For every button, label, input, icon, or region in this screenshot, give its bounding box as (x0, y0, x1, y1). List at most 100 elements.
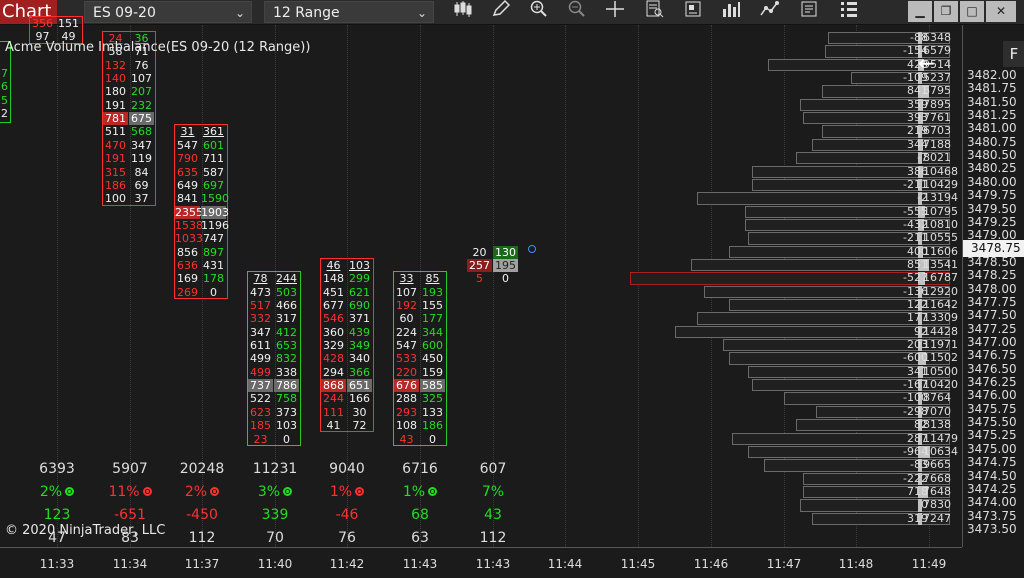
profile-volume: 10810 (923, 217, 958, 231)
ask-volume: 178 (203, 272, 224, 286)
ask-volume: 371 (349, 312, 370, 326)
ask-volume: 166 (349, 392, 370, 406)
templates-icon[interactable] (680, 0, 706, 24)
volume-total: 20248 (179, 461, 225, 477)
green-signal-icon (283, 487, 293, 496)
properties-icon[interactable] (796, 0, 822, 24)
bid-volume: 46 (326, 258, 341, 272)
copyright-text: © 2020 NinjaTrader, LLC (5, 523, 166, 538)
ask-volume: 786 (274, 379, 299, 393)
bid-volume: 533 (396, 352, 417, 366)
imbalance-percent: 1% (390, 484, 450, 500)
bid-volume: 132 (105, 58, 126, 72)
price-label: 3480.25 (967, 161, 1017, 176)
delta-total: 123 (43, 507, 71, 523)
restore-button[interactable]: ❐ (934, 1, 958, 22)
bid-volume: 356 (32, 16, 53, 30)
profile-volume: 7761 (923, 111, 951, 125)
chevron-down-icon: ⌄ (416, 6, 427, 20)
imbalance-percent: 7% (463, 484, 523, 500)
volume-total: 5907 (112, 461, 148, 477)
profile-volume: 10795 (923, 204, 958, 218)
close-button[interactable]: ✕ (986, 1, 1016, 22)
price-label: 3478.25 (967, 268, 1017, 283)
bid-volume: 269 (177, 285, 198, 299)
bid-volume: 868 (321, 379, 346, 393)
profile-volume: 7648 (923, 484, 951, 498)
ask-volume: 0 (429, 432, 436, 446)
price-label: 3476.00 (967, 388, 1017, 403)
profile-volume: 7895 (923, 97, 951, 111)
bar-type-icon[interactable] (450, 0, 476, 24)
imbalance-percent: 11% (100, 484, 160, 500)
back-arrow-icon[interactable]: ← (918, 51, 935, 75)
maximize-button[interactable]: □ (960, 1, 984, 22)
ask-volume: 338 (276, 365, 297, 379)
imbalance-percent: 2% (27, 484, 87, 500)
profile-volume: 12920 (923, 284, 958, 298)
time-axis[interactable]: 11:33 11:34 11:37 11:40 11:42 11:43 11:43 11:44… (0, 547, 962, 578)
profile-volume: 11479 (923, 431, 958, 445)
delta-total: -450 (186, 507, 218, 523)
ask-volume: 107 (131, 72, 152, 86)
time-label: 11:40 (257, 557, 293, 571)
ask-volume: 373 (276, 405, 297, 419)
draw-pencil-icon[interactable] (488, 0, 514, 24)
bid-volume: 5 (476, 272, 483, 286)
data-box-icon[interactable] (642, 0, 668, 24)
ask-volume: 568 (131, 125, 152, 139)
chart-plot-area[interactable]: -88 6348 -154 6579 420 9514 -109 5237 841 6795 359… (0, 15, 962, 547)
red-signal-icon (142, 487, 152, 496)
edge-digit: 2 (1, 107, 8, 121)
ask-volume: 690 (349, 299, 370, 312)
delta-total: -651 (114, 507, 146, 523)
zoom-out-icon[interactable] (564, 0, 590, 24)
green-signal-icon (428, 487, 438, 496)
ask-volume: 151 (58, 16, 79, 30)
bid-volume: 191 (105, 98, 126, 112)
volume-total: 11231 (252, 461, 298, 477)
profile-volume: 9665 (923, 458, 951, 472)
profile-volume: 8138 (923, 418, 951, 432)
volume-total: 6716 (402, 461, 438, 477)
time-label: 11:46 (693, 557, 729, 571)
instrument-selector[interactable]: ES 09-20 ⌄ (84, 1, 252, 23)
bid-volume: 1538 (175, 218, 203, 232)
price-axis[interactable]: 3482.00 3481.75 3481.50 3481.25 3481.00 3480.… (962, 25, 1024, 547)
price-label: 3482.00 (967, 68, 1017, 82)
bid-volume: 60 (399, 312, 414, 326)
bid-volume: 140 (105, 72, 126, 86)
profile-volume: 8021 (923, 151, 951, 165)
bid-volume: 220 (396, 365, 417, 379)
profile-volume: 7830 (923, 498, 951, 512)
axis-toggle-button[interactable]: F (1003, 41, 1024, 67)
time-label: 11:42 (329, 557, 365, 571)
bid-volume: 781 (103, 112, 128, 126)
ask-volume: 85 (425, 272, 440, 286)
profile-volume: 10555 (923, 231, 958, 245)
ask-volume: 832 (276, 352, 297, 366)
edge-digit: 5 (1, 93, 8, 107)
last-trade-marker (528, 245, 536, 253)
profile-volume: 7668 (923, 471, 951, 485)
profile-volume: 13541 (923, 257, 958, 271)
ask-volume: 103 (349, 258, 370, 272)
minimize-button[interactable]: ▁ (908, 1, 932, 22)
price-label: 3475.00 (967, 441, 1017, 456)
more-icon[interactable] (836, 0, 862, 24)
ask-volume: 130 (493, 245, 518, 259)
ask-volume: 466 (276, 299, 297, 312)
chart-toolbar: Chart ES 09-20 ⌄ 12 Range ⌄ ▁ ❐ □ ✕ (0, 0, 1024, 25)
ask-volume: 1903 (201, 205, 229, 219)
ask-volume: 207 (131, 85, 152, 99)
ask-volume: 84 (134, 165, 149, 179)
volume-total: 6393 (39, 461, 75, 477)
trade-count: 70 (266, 530, 284, 546)
edge-digit: 7 (1, 67, 8, 80)
crosshair-icon[interactable] (602, 0, 628, 24)
interval-selector[interactable]: 12 Range ⌄ (264, 1, 434, 23)
indicators-icon[interactable] (718, 0, 744, 24)
time-label: 11:45 (620, 557, 656, 571)
strategies-icon[interactable] (756, 0, 782, 24)
zoom-in-icon[interactable] (526, 0, 552, 24)
